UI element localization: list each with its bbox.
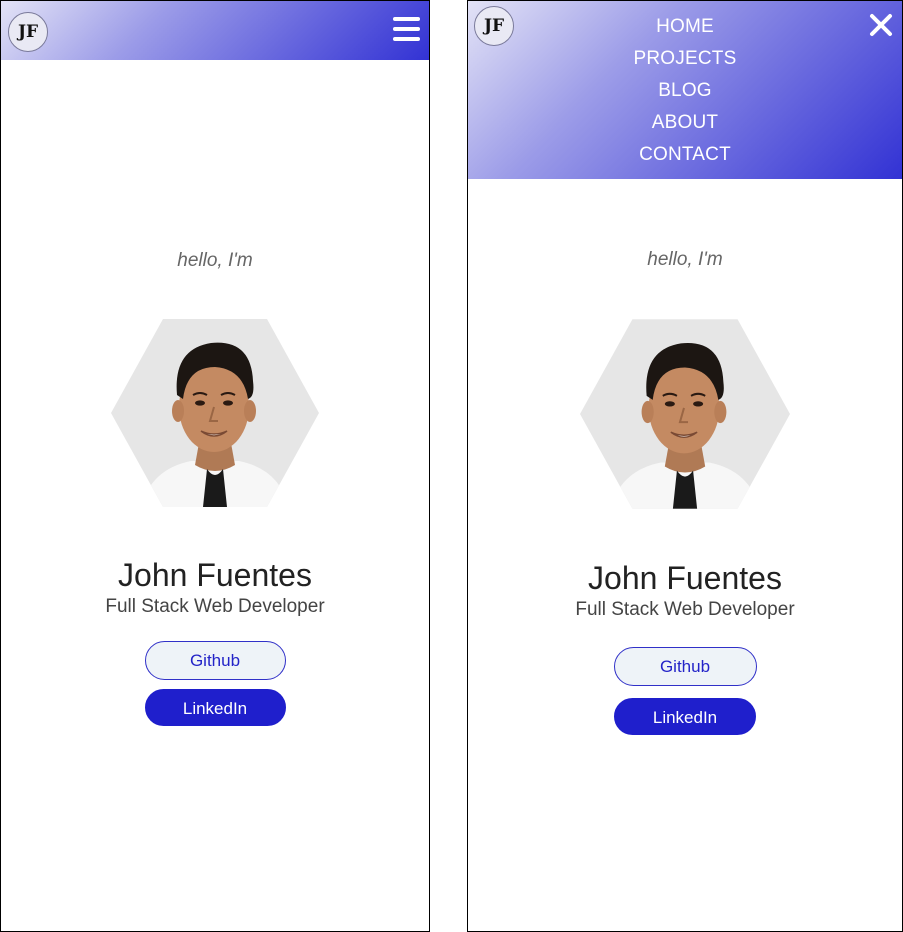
close-icon[interactable]	[869, 12, 893, 38]
logo[interactable]: JF	[8, 12, 48, 52]
profile-photo	[580, 319, 790, 509]
nav-item-blog[interactable]: BLOG	[658, 75, 712, 107]
hamburger-menu-icon[interactable]	[393, 17, 420, 41]
mobile-view-menu-open: JF HOME PROJECTS BLOG ABOUT CONTACT hell…	[467, 0, 903, 932]
nav-item-projects[interactable]: PROJECTS	[634, 43, 737, 75]
profile-name: John Fuentes	[588, 560, 782, 596]
header-bar: JF	[1, 1, 429, 60]
mobile-view-menu-closed: JF hello, I'm John Fuentes Full Stack We…	[0, 0, 430, 932]
linkedin-button[interactable]: LinkedIn	[614, 698, 756, 735]
header-menu-panel: JF HOME PROJECTS BLOG ABOUT CONTACT	[468, 1, 902, 179]
greeting-text: hello, I'm	[647, 249, 723, 270]
profile-photo	[111, 319, 319, 507]
nav-item-contact[interactable]: CONTACT	[639, 139, 731, 171]
main-nav: HOME PROJECTS BLOG ABOUT CONTACT	[468, 11, 902, 171]
nav-item-about[interactable]: ABOUT	[652, 107, 718, 139]
github-button[interactable]: Github	[144, 641, 286, 680]
hero-section: hello, I'm John Fuentes Full Stack Web D…	[468, 246, 902, 735]
profile-role: Full Stack Web Developer	[105, 596, 325, 617]
greeting-text: hello, I'm	[177, 250, 253, 271]
linkedin-button[interactable]: LinkedIn	[144, 689, 286, 726]
profile-role: Full Stack Web Developer	[575, 599, 795, 620]
github-button[interactable]: Github	[613, 647, 757, 686]
nav-item-home[interactable]: HOME	[656, 11, 714, 43]
hero-section: hello, I'm John Fuentes Full Stack Web D…	[1, 247, 429, 726]
profile-name: John Fuentes	[118, 557, 312, 593]
